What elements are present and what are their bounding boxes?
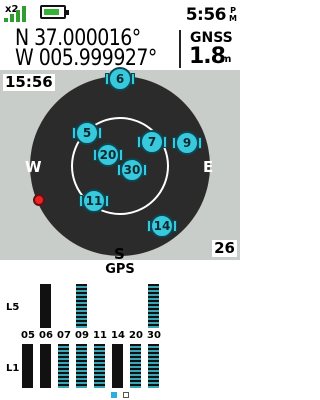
satellite-id-label: 30 bbox=[147, 330, 161, 341]
band-l1-label: L1 bbox=[6, 363, 20, 374]
elevation-overlay: 26 bbox=[212, 239, 237, 257]
signal-icon bbox=[4, 6, 34, 22]
satellite-id-label: 06 bbox=[39, 330, 53, 341]
divider bbox=[179, 30, 181, 68]
satellite-icon[interactable]: 30 bbox=[117, 158, 147, 182]
l1-signal-bar bbox=[130, 344, 141, 388]
battery-icon bbox=[40, 5, 69, 19]
page-indicator[interactable] bbox=[123, 392, 129, 398]
l5-signal-bar bbox=[40, 284, 51, 328]
satellite-id-label: 20 bbox=[129, 330, 143, 341]
page-indicator-active[interactable] bbox=[111, 392, 117, 398]
l1-signal-bar bbox=[112, 344, 123, 388]
l1-signal-bar bbox=[22, 344, 33, 388]
satellite-icon[interactable]: 7 bbox=[137, 130, 167, 154]
satellite-icon[interactable]: 14 bbox=[147, 214, 177, 238]
l5-signal-bar bbox=[148, 284, 159, 328]
satellite-id-label: 05 bbox=[21, 330, 35, 341]
satellite-icon[interactable]: 6 bbox=[105, 67, 135, 91]
satellite-id-label: 14 bbox=[111, 330, 125, 341]
l1-signal-bar bbox=[148, 344, 159, 388]
satellite-id-label: 11 bbox=[93, 330, 107, 341]
compass-east: E bbox=[203, 158, 214, 176]
accuracy-unit: m bbox=[221, 54, 232, 65]
battery-fill bbox=[44, 9, 60, 15]
satellite-icon[interactable]: 5 bbox=[72, 121, 102, 145]
accuracy-value: 1.8 bbox=[189, 44, 226, 69]
clock: 5:56 bbox=[185, 5, 227, 25]
sky-view[interactable]: 15:56 26 W E S 6 5 7 9 20 30 11 14 bbox=[0, 67, 240, 263]
compass-west: W bbox=[25, 158, 42, 176]
longitude: W 005.999927° bbox=[15, 46, 157, 71]
status-bar: x2 5:56 PM bbox=[0, 0, 240, 26]
position-marker bbox=[33, 194, 45, 206]
time-overlay: 15:56 bbox=[3, 73, 55, 91]
ampm-label: PM bbox=[229, 6, 237, 23]
satellite-id-label: 07 bbox=[57, 330, 71, 341]
satellite-icon[interactable]: 9 bbox=[172, 131, 202, 155]
l5-signal-bar bbox=[76, 284, 87, 328]
signal-strength-panel: GPS L5 L1 05 06 07 09 11 14 20 30 bbox=[0, 260, 240, 400]
band-l5-label: L5 bbox=[6, 302, 20, 313]
l1-signal-bar bbox=[94, 344, 105, 388]
constellation-title: GPS bbox=[105, 262, 135, 277]
satellite-id-label: 09 bbox=[75, 330, 89, 341]
l1-signal-bar bbox=[76, 344, 87, 388]
l1-signal-bar bbox=[58, 344, 69, 388]
satellite-icon[interactable]: 11 bbox=[79, 189, 109, 213]
l1-signal-bar bbox=[40, 344, 51, 388]
